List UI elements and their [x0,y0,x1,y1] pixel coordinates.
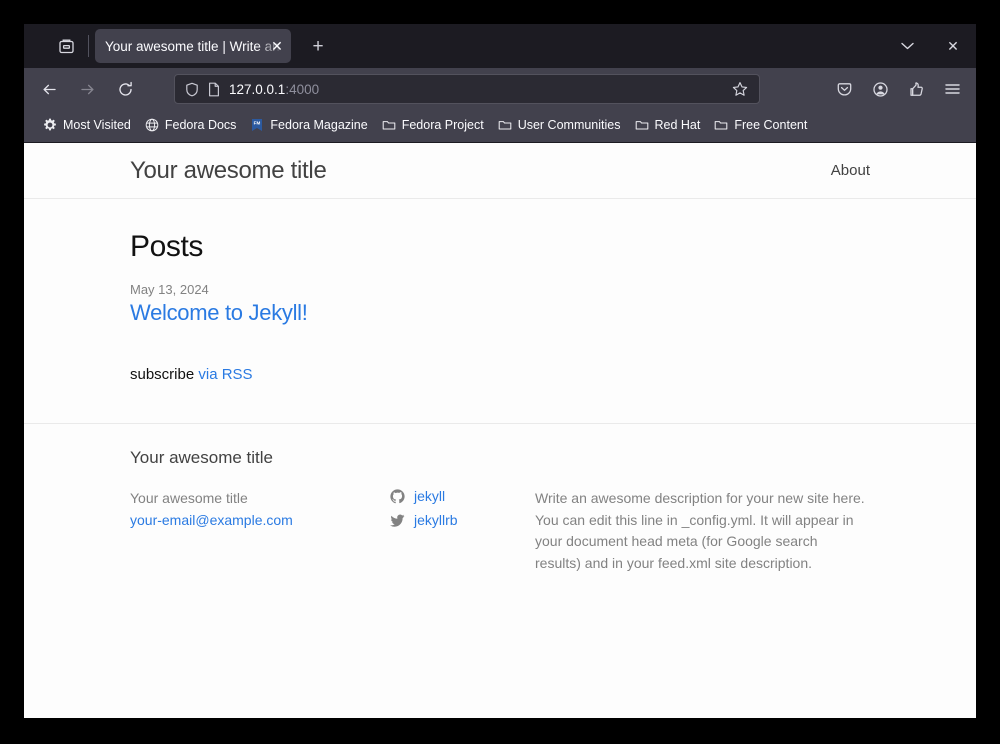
tab-bar: Your awesome title | Write an ✕ + ✕ [24,24,976,68]
fedora-magazine-icon: FM [250,118,264,132]
site-footer: Your awesome title Your awesome title yo… [24,423,976,575]
bookmark-label: Fedora Docs [164,118,237,132]
social-github[interactable]: jekyll [390,488,535,504]
jekyll-site: Your awesome title About Posts May 13, 2… [24,143,976,718]
bookmark-label: Fedora Project [401,118,484,132]
site-title[interactable]: Your awesome title [130,157,327,185]
subscribe-text: subscribe [130,366,195,383]
page-icon[interactable] [208,82,220,97]
url-host: 127.0.0.1 [229,81,286,97]
folder-icon [635,118,649,132]
page-viewport: Your awesome title About Posts May 13, 2… [24,143,976,718]
github-username[interactable]: jekyll [414,488,445,504]
window-controls: ✕ [884,24,976,68]
bookmark-label: Most Visited [63,118,131,132]
new-tab-button[interactable]: + [303,31,333,61]
toolbar-right-actions [826,73,970,105]
forward-icon [70,73,104,105]
shield-icon[interactable] [185,82,199,97]
footer-email-link[interactable]: your-email@example.com [130,512,293,528]
footer-description: Write an awesome description for your ne… [535,490,865,572]
post-link[interactable]: Welcome to Jekyll! [130,300,308,325]
bookmark-most-visited[interactable]: Most Visited [36,114,138,136]
bookmark-fedora-docs[interactable]: Fedora Docs [138,114,244,136]
account-icon[interactable] [863,73,897,105]
tab-separator [88,35,89,57]
social-twitter[interactable]: jekyllrb [390,512,535,528]
post-date: May 13, 2024 [130,282,209,297]
firefox-view-icon[interactable] [48,31,84,61]
svg-text:FM: FM [254,121,261,126]
bookmark-free-content[interactable]: Free Content [707,114,814,136]
bookmark-fedora-project[interactable]: Fedora Project [375,114,491,136]
url-port: :4000 [285,81,320,97]
folder-icon [382,118,396,132]
bookmark-label: Free Content [734,118,808,132]
footer-contact-column: Your awesome title your-email@example.co… [130,488,390,575]
site-header: Your awesome title About [24,143,976,199]
footer-social-column: jekyll jekyllrb [390,488,535,575]
extensions-icon[interactable] [899,73,933,105]
footer-columns: Your awesome title your-email@example.co… [130,488,870,575]
tab-title: Your awesome title | Write an [105,38,280,54]
site-nav-about[interactable]: About [831,162,870,179]
list-all-tabs-icon[interactable] [884,24,930,68]
bookmark-label: Fedora Magazine [270,118,368,132]
back-icon[interactable] [32,73,66,105]
menu-icon[interactable] [935,73,969,105]
reload-icon[interactable] [108,73,142,105]
twitter-icon [390,513,407,528]
github-icon [390,488,407,504]
rss-link[interactable]: via RSS [198,366,252,383]
bookmark-user-communities[interactable]: User Communities [491,114,628,136]
footer-heading: Your awesome title [130,448,274,467]
close-window-icon[interactable]: ✕ [930,24,976,68]
folder-icon [498,118,512,132]
main-content: Posts May 13, 2024 Welcome to Jekyll! su… [24,199,976,383]
post-list: May 13, 2024 Welcome to Jekyll! [130,282,870,326]
url-text[interactable]: 127.0.0.1:4000 [229,82,729,97]
bookmark-label: User Communities [517,118,621,132]
navigation-toolbar: 127.0.0.1:4000 [24,68,976,110]
twitter-username[interactable]: jekyllrb [414,512,458,528]
list-item: May 13, 2024 Welcome to Jekyll! [130,282,870,326]
bookmarks-toolbar: Most Visited Fedora Docs FM Fedora Magaz… [24,110,976,143]
folder-icon [714,118,728,132]
bookmark-star-icon[interactable] [729,78,751,100]
footer-owner: Your awesome title [130,490,248,506]
globe-icon [145,118,159,132]
browser-window: Your awesome title | Write an ✕ + ✕ 127.… [24,24,976,718]
page-title: Posts [130,230,204,263]
url-bar[interactable]: 127.0.0.1:4000 [174,74,760,104]
pocket-icon[interactable] [827,73,861,105]
gear-icon [43,118,57,132]
bookmark-red-hat[interactable]: Red Hat [628,114,708,136]
subscribe-line: subscribe via RSS [130,366,870,383]
tab-close-icon[interactable]: ✕ [267,36,287,56]
browser-tab[interactable]: Your awesome title | Write an ✕ [95,29,291,63]
bookmark-label: Red Hat [654,118,701,132]
bookmark-fedora-magazine[interactable]: FM Fedora Magazine [243,114,374,136]
